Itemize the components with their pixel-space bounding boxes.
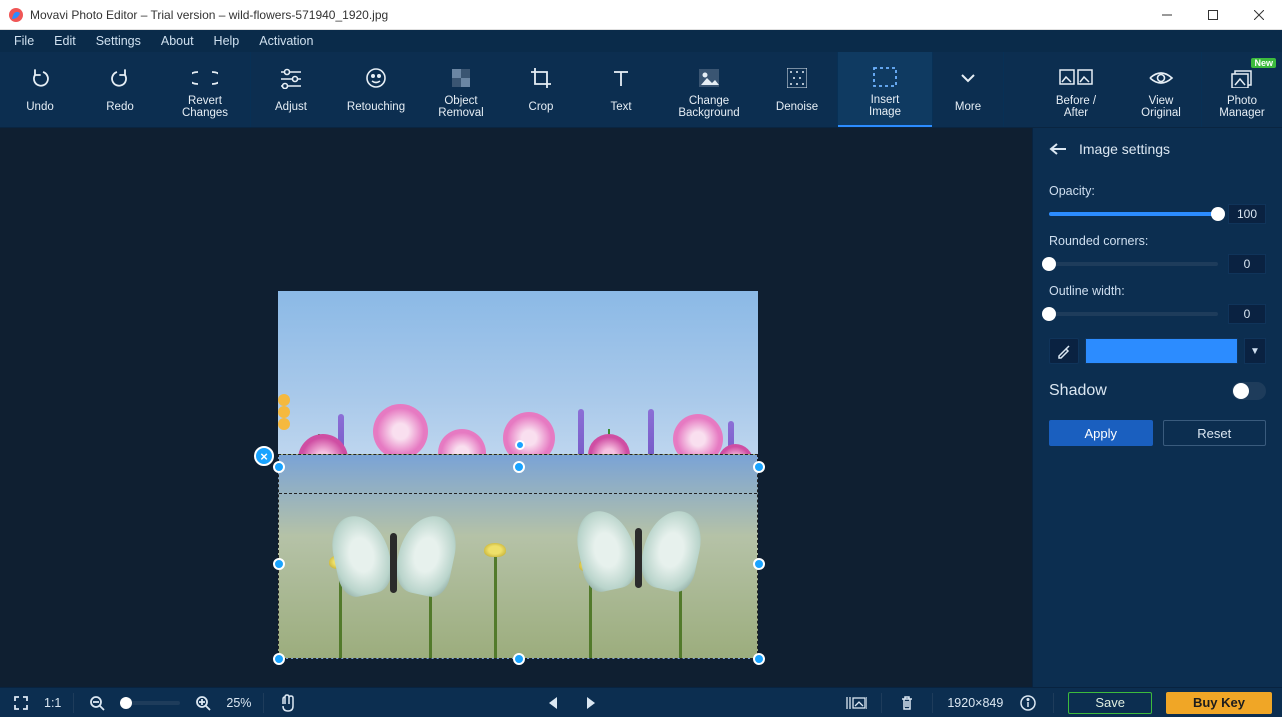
denoise-icon (787, 63, 807, 93)
selection-handle-n[interactable] (513, 461, 525, 473)
status-bar: 1:1 25% 1920×849 Save Buy Key (0, 687, 1282, 717)
shadow-toggle[interactable] (1232, 382, 1266, 400)
menu-file[interactable]: File (4, 32, 44, 50)
window-titlebar: Movavi Photo Editor – Trial version – wi… (0, 0, 1282, 30)
menu-edit[interactable]: Edit (44, 32, 86, 50)
selection-handle-se[interactable] (753, 653, 765, 665)
image-dimensions: 1920×849 (947, 696, 1003, 710)
view-original-button[interactable]: View Original (1121, 52, 1201, 127)
shadow-label: Shadow (1049, 382, 1107, 400)
crop-button[interactable]: Crop (501, 52, 581, 127)
retouching-button[interactable]: Retouching (331, 52, 421, 127)
adjust-icon (278, 63, 304, 93)
insert-image-icon (872, 62, 898, 92)
selection-handle-s[interactable] (513, 653, 525, 665)
filmstrip-icon[interactable] (845, 692, 867, 714)
selection-delete-handle[interactable]: × (254, 446, 274, 466)
inserted-image-selection[interactable] (278, 454, 758, 659)
opacity-slider[interactable] (1049, 212, 1218, 216)
back-icon[interactable] (1047, 138, 1069, 160)
outline-color-swatch[interactable] (1085, 338, 1238, 364)
more-button[interactable]: More (933, 52, 1003, 127)
zoom-ratio[interactable]: 1:1 (44, 696, 61, 710)
denoise-button[interactable]: Denoise (757, 52, 837, 127)
selection-handle-ne[interactable] (753, 461, 765, 473)
crop-icon (529, 63, 553, 93)
revert-icon (192, 63, 218, 93)
text-icon (610, 63, 632, 93)
outline-color-dropdown[interactable]: ▼ (1244, 338, 1266, 364)
redo-icon (108, 63, 132, 93)
window-title: Movavi Photo Editor – Trial version – wi… (30, 8, 1144, 22)
opacity-label: Opacity: (1049, 184, 1266, 198)
selection-rotate-handle[interactable] (515, 440, 525, 450)
object-removal-icon (450, 63, 472, 93)
change-background-button[interactable]: Change Background (661, 52, 757, 127)
adjust-button[interactable]: Adjust (251, 52, 331, 127)
selection-handle-sw[interactable] (273, 653, 285, 665)
before-after-button[interactable]: Before / After (1031, 52, 1121, 127)
trash-icon[interactable] (896, 692, 918, 714)
menu-bar: File Edit Settings About Help Activation (0, 30, 1282, 52)
object-removal-button[interactable]: Object Removal (421, 52, 501, 127)
text-button[interactable]: Text (581, 52, 661, 127)
outline-width-value[interactable]: 0 (1228, 304, 1266, 324)
outline-width-label: Outline width: (1049, 284, 1266, 298)
eye-icon (1148, 63, 1174, 93)
window-close-button[interactable] (1236, 0, 1282, 30)
eyedropper-button[interactable] (1049, 338, 1079, 364)
workspace: × Image settings Opacity: 100 Rounded co… (0, 128, 1282, 687)
main-toolbar: Undo Redo Revert Changes Adjust Retouchi… (0, 52, 1282, 128)
redo-button[interactable]: Redo (80, 52, 160, 127)
photo-manager-icon (1230, 63, 1254, 93)
reset-button[interactable]: Reset (1163, 420, 1267, 446)
menu-settings[interactable]: Settings (86, 32, 151, 50)
undo-button[interactable]: Undo (0, 52, 80, 127)
next-image-icon[interactable] (580, 692, 602, 714)
before-after-icon (1059, 63, 1093, 93)
change-background-icon (697, 63, 721, 93)
selection-handle-nw[interactable] (273, 461, 285, 473)
save-button[interactable]: Save (1068, 692, 1152, 714)
apply-button[interactable]: Apply (1049, 420, 1153, 446)
rounded-corners-slider[interactable] (1049, 262, 1218, 266)
hand-tool-icon[interactable] (276, 692, 298, 714)
menu-help[interactable]: Help (204, 32, 250, 50)
app-logo-icon (8, 7, 24, 23)
insert-image-button[interactable]: Insert Image (838, 52, 932, 127)
outline-width-slider[interactable] (1049, 312, 1218, 316)
selection-handle-w[interactable] (273, 558, 285, 570)
panel-title: Image settings (1079, 141, 1170, 157)
zoom-slider[interactable] (120, 701, 180, 705)
canvas-area[interactable]: × (0, 128, 1032, 687)
prev-image-icon[interactable] (542, 692, 564, 714)
menu-about[interactable]: About (151, 32, 204, 50)
revert-button[interactable]: Revert Changes (160, 52, 250, 127)
menu-activation[interactable]: Activation (249, 32, 323, 50)
zoom-percentage: 25% (226, 696, 251, 710)
opacity-value[interactable]: 100 (1228, 204, 1266, 224)
zoom-in-icon[interactable] (192, 692, 214, 714)
window-minimize-button[interactable] (1144, 0, 1190, 30)
chevron-down-icon (960, 63, 976, 93)
zoom-out-icon[interactable] (86, 692, 108, 714)
new-badge: New (1251, 58, 1276, 68)
rounded-corners-value[interactable]: 0 (1228, 254, 1266, 274)
retouching-icon (363, 63, 389, 93)
photo-manager-button[interactable]: New Photo Manager (1202, 52, 1282, 127)
rounded-corners-label: Rounded corners: (1049, 234, 1266, 248)
buy-key-button[interactable]: Buy Key (1166, 692, 1272, 714)
undo-icon (28, 63, 52, 93)
selection-handle-e[interactable] (753, 558, 765, 570)
window-maximize-button[interactable] (1190, 0, 1236, 30)
info-icon[interactable] (1017, 692, 1039, 714)
fullscreen-icon[interactable] (10, 692, 32, 714)
image-settings-panel: Image settings Opacity: 100 Rounded corn… (1032, 128, 1282, 687)
